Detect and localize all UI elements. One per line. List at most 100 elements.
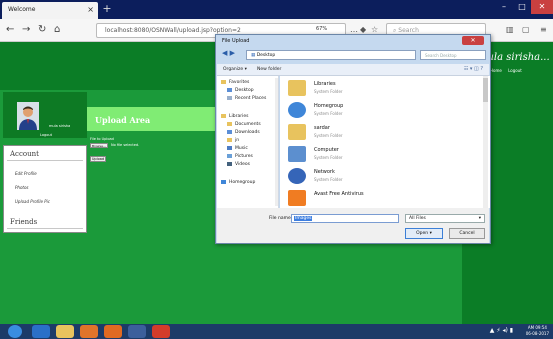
file-name-label: File name: bbox=[269, 216, 293, 221]
libraries-icon bbox=[288, 80, 306, 96]
library-icon[interactable]: ▥ bbox=[506, 25, 514, 34]
tab-welcome[interactable]: Welcome × bbox=[2, 2, 98, 19]
media-player-icon[interactable] bbox=[80, 325, 98, 338]
sidebar-icon[interactable]: ▢ bbox=[522, 25, 530, 34]
file-type: System Folder bbox=[314, 133, 343, 138]
nav-item-favorites[interactable]: Favorites bbox=[221, 80, 249, 85]
nav-item-label: Recent Places bbox=[235, 96, 267, 101]
logout-header-link[interactable]: Logout bbox=[508, 68, 522, 73]
friends-section-title[interactable]: Friends bbox=[10, 218, 37, 226]
file-type: System Folder bbox=[314, 155, 343, 160]
divider bbox=[7, 160, 83, 161]
nav-item-label: Libraries bbox=[229, 114, 249, 119]
browse-button[interactable]: Browse... bbox=[90, 143, 108, 148]
dialog-path-bar[interactable]: ▦ Desktop bbox=[246, 50, 416, 60]
organize-button[interactable]: Organize ▾ bbox=[223, 67, 247, 72]
dialog-footer: File name: Images All Files ▾ Open ▾ Canc… bbox=[217, 208, 489, 243]
dialog-search-input[interactable]: Search Desktop bbox=[420, 50, 486, 60]
logout-link[interactable]: Logout bbox=[40, 133, 52, 137]
search-placeholder: Search bbox=[398, 27, 419, 34]
sidebar-link-upload-pic[interactable]: Upload Profile Pic bbox=[15, 199, 50, 204]
no-file-selected-text: No file selected. bbox=[111, 143, 140, 147]
view-options-icon[interactable]: ☷ ▾ ◫ ? bbox=[464, 66, 483, 72]
computer-icon bbox=[288, 146, 306, 162]
app-icon[interactable] bbox=[152, 325, 170, 338]
folder-icon bbox=[227, 138, 232, 142]
chevron-down-icon[interactable]: ▾ bbox=[430, 231, 432, 236]
zoom-level[interactable]: 67% bbox=[316, 26, 327, 32]
window-controls: – □ ✕ bbox=[495, 0, 553, 14]
bookmark-star-icon[interactable]: ☆ bbox=[371, 25, 378, 34]
homegroup-icon bbox=[221, 180, 226, 184]
network-icon bbox=[288, 168, 306, 184]
open-button[interactable]: Open ▾ bbox=[405, 228, 443, 239]
new-folder-button[interactable]: New folder bbox=[257, 67, 281, 72]
sidebar: Account Edit Profile Photos Upload Profi… bbox=[3, 145, 87, 233]
nav-item-videos[interactable]: Videos bbox=[227, 162, 250, 167]
nav-item-recent[interactable]: Recent Places bbox=[227, 96, 266, 101]
chevron-down-icon: ▾ bbox=[478, 216, 481, 221]
avatar bbox=[17, 102, 39, 130]
sidebar-link-photos[interactable]: Photos bbox=[15, 185, 29, 190]
nav-item-music[interactable]: Music bbox=[227, 146, 248, 151]
dialog-back-forward-icon[interactable]: ◀ ▶ bbox=[222, 49, 235, 57]
recent-places-icon bbox=[227, 96, 232, 100]
file-type-value: All Files bbox=[409, 216, 426, 221]
home-icon[interactable]: ⌂ bbox=[54, 24, 60, 35]
account-section-title[interactable]: Account bbox=[10, 150, 39, 158]
nav-item-label: Homegroup bbox=[229, 180, 256, 185]
file-to-upload-label: File to Upload bbox=[90, 137, 114, 141]
maximize-icon[interactable]: □ bbox=[513, 0, 531, 14]
nav-item-libraries[interactable]: Libraries bbox=[221, 114, 248, 119]
firefox-icon[interactable] bbox=[104, 325, 122, 338]
file-type-select[interactable]: All Files ▾ bbox=[405, 214, 485, 223]
home-link[interactable]: Home bbox=[490, 68, 502, 73]
desktop-icon bbox=[227, 88, 232, 92]
ie-icon[interactable] bbox=[32, 325, 50, 338]
pocket-icon[interactable]: ◆ bbox=[360, 25, 366, 34]
dialog-path: Desktop bbox=[256, 53, 276, 58]
upload-button[interactable]: Upload bbox=[90, 156, 106, 162]
avast-icon bbox=[288, 190, 306, 206]
nav-item-documents[interactable]: Documents bbox=[227, 122, 261, 127]
clock[interactable]: AM 09:54 06-08-2017 bbox=[526, 325, 549, 337]
menu-icon[interactable]: ≡ bbox=[540, 25, 547, 34]
nav-item-label: Favorites bbox=[229, 80, 250, 85]
nav-item-label: Pictures bbox=[235, 154, 253, 159]
scrollbar-thumb[interactable] bbox=[483, 78, 488, 102]
reload-icon[interactable]: ↻ bbox=[38, 24, 46, 35]
file-name: Network bbox=[314, 169, 335, 175]
dialog-close-icon[interactable]: ✕ bbox=[462, 36, 484, 45]
nav-scrollbar[interactable] bbox=[275, 78, 278, 206]
nav-item-jn[interactable]: jn bbox=[227, 138, 239, 143]
forward-icon[interactable]: → bbox=[22, 24, 30, 35]
page-actions-icon[interactable]: … bbox=[350, 25, 358, 34]
explorer-icon[interactable] bbox=[56, 325, 74, 338]
file-type: System Folder bbox=[314, 89, 343, 94]
close-window-icon[interactable]: ✕ bbox=[531, 0, 553, 14]
file-name-input[interactable]: Images bbox=[291, 214, 399, 223]
file-type: System Folder bbox=[314, 111, 343, 116]
homegroup-icon bbox=[288, 102, 306, 118]
taskbar: ▲ ⚡ ◂) ▮ AM 09:54 06-08-2017 bbox=[0, 324, 553, 339]
nav-item-label: jn bbox=[235, 138, 240, 143]
nav-item-desktop[interactable]: Desktop bbox=[227, 88, 254, 93]
nav-item-label: Documents bbox=[235, 122, 261, 127]
file-name-value: Images bbox=[294, 216, 313, 221]
nav-item-downloads[interactable]: Downloads bbox=[227, 130, 260, 135]
nav-item-homegroup[interactable]: Homegroup bbox=[221, 180, 255, 185]
start-button[interactable] bbox=[8, 325, 22, 338]
cancel-button[interactable]: Cancel bbox=[449, 228, 485, 239]
new-tab-button[interactable]: + bbox=[100, 2, 114, 16]
profile-box: mula sirisha bbox=[3, 92, 87, 138]
back-icon[interactable]: ← bbox=[6, 24, 14, 35]
java-icon[interactable] bbox=[128, 325, 146, 338]
nav-item-label: Videos bbox=[235, 162, 250, 167]
file-name: Libraries bbox=[314, 81, 336, 87]
header-links: Home Logout bbox=[490, 68, 527, 73]
minimize-icon[interactable]: – bbox=[495, 0, 513, 14]
tab-close-icon[interactable]: × bbox=[87, 5, 94, 14]
nav-item-pictures[interactable]: Pictures bbox=[227, 154, 253, 159]
sidebar-link-edit-profile[interactable]: Edit Profile bbox=[15, 171, 37, 176]
system-tray[interactable]: ▲ ⚡ ◂) ▮ bbox=[490, 327, 513, 334]
